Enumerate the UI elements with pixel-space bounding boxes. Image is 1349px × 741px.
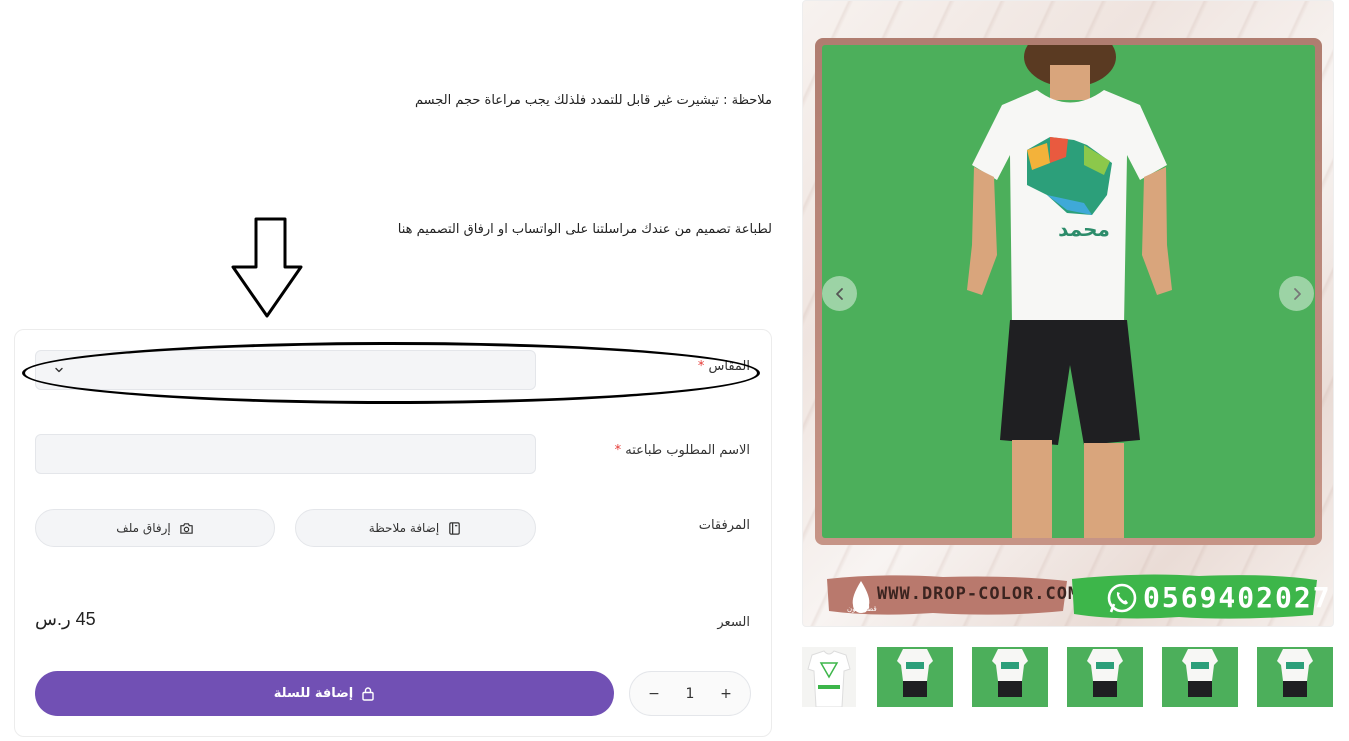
down-arrow-annotation xyxy=(231,217,303,318)
add-note-button[interactable]: إضافة ملاحظة xyxy=(295,509,536,547)
carousel-prev-button[interactable] xyxy=(822,276,857,311)
fabric-note: ملاحظة : تيشيرت غير قابل للتمدد فلذلك يج… xyxy=(414,93,772,108)
size-select[interactable] xyxy=(35,350,536,390)
thumbnail-strip xyxy=(802,647,1334,707)
product-photo: محمد xyxy=(822,45,1315,538)
thumbnail-3[interactable] xyxy=(972,647,1048,707)
shirt-name-text: محمد xyxy=(1058,217,1110,241)
name-field-label: الاسم المطلوب طباعته * xyxy=(614,443,750,458)
boy-tshirt-illustration xyxy=(967,45,1172,538)
quantity-stepper[interactable]: − 1 + xyxy=(629,671,751,716)
chevron-right-icon xyxy=(1293,287,1301,300)
note-icon xyxy=(449,521,461,535)
attach-file-button[interactable]: إرفاق ملف xyxy=(35,509,275,547)
carousel-next-button[interactable] xyxy=(1279,276,1314,311)
camera-icon xyxy=(180,522,193,534)
whatsapp-banner: 0569402027 xyxy=(1069,571,1330,623)
increase-button[interactable]: + xyxy=(716,686,736,702)
chevron-left-icon xyxy=(835,287,843,300)
whatsapp-icon xyxy=(1107,583,1137,613)
attachments-label: المرفقات xyxy=(698,518,750,533)
brand-small-text: قطرة لون xyxy=(847,605,877,613)
thumbnail-5[interactable] xyxy=(1162,647,1238,707)
thumbnail-4[interactable] xyxy=(1067,647,1143,707)
lock-icon xyxy=(362,687,374,701)
thumbnail-2[interactable] xyxy=(877,647,953,707)
website-text: WWW.DROP-COLOR.COM xyxy=(877,584,1080,604)
price-label: السعر xyxy=(717,615,750,630)
chevron-down-icon xyxy=(55,367,63,373)
thumbnail-1[interactable] xyxy=(802,647,856,707)
print-name-input[interactable] xyxy=(35,434,536,474)
quantity-value[interactable]: 1 xyxy=(680,686,700,702)
price-value: 45 ر.س xyxy=(35,609,96,629)
add-note-label: إضافة ملاحظة xyxy=(368,521,440,535)
product-photo-frame: محمد xyxy=(815,38,1322,545)
phone-text: 0569402027 xyxy=(1143,581,1332,614)
attach-file-label: إرفاق ملف xyxy=(116,521,171,535)
size-field-label: المقاس * xyxy=(697,359,750,374)
thumbnail-6[interactable] xyxy=(1257,647,1333,707)
add-to-cart-button[interactable]: إضافة للسلة xyxy=(35,671,614,716)
add-to-cart-label: إضافة للسلة xyxy=(273,686,354,701)
website-banner: WWW.DROP-COLOR.COM قطرة لون xyxy=(823,571,1078,619)
decrease-button[interactable]: − xyxy=(644,686,664,702)
design-note: لطباعة تصميم من عندك مراسلتنا على الواتس… xyxy=(397,222,772,237)
product-gallery: محمد WWW.DROP-COLOR.COM قطرة لون 0569402… xyxy=(802,0,1334,627)
